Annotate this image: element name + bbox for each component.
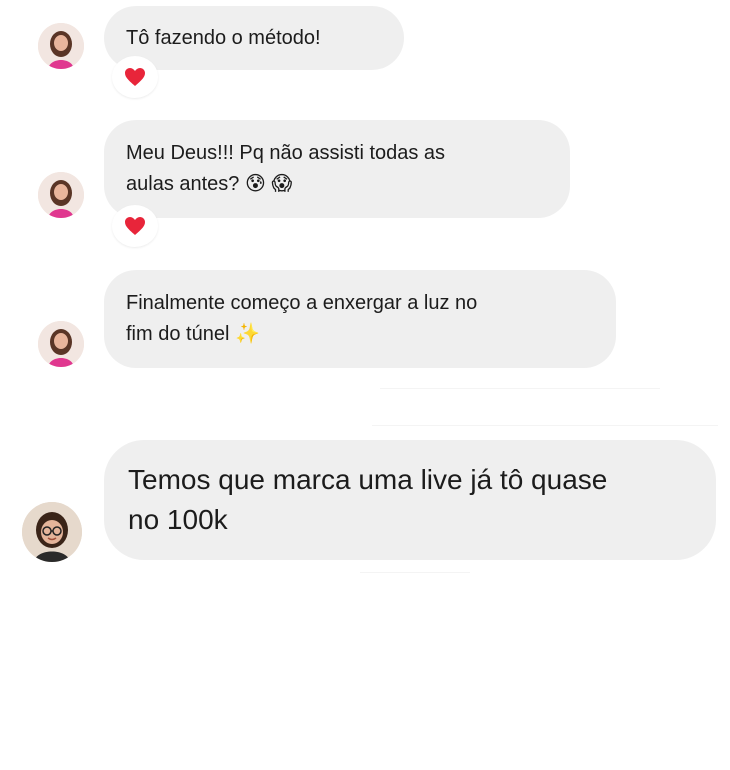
avatar-woman-icon xyxy=(38,23,84,69)
message-bubble[interactable]: Temos que marca uma live já tô quase no … xyxy=(104,440,716,560)
message-text: Meu Deus!!! Pq não assisti todas as aula… xyxy=(126,138,548,199)
reaction-badge[interactable] xyxy=(112,205,158,247)
screaming-face-icon: 😱 xyxy=(271,171,293,195)
sparkles-icon: ✨ xyxy=(234,321,260,345)
avatar-woman-glasses-icon xyxy=(22,502,82,562)
heart-icon xyxy=(125,68,145,86)
avatar[interactable] xyxy=(22,502,82,562)
anxious-face-icon: 😰 xyxy=(244,171,266,195)
reaction-badge[interactable] xyxy=(112,56,158,98)
avatar[interactable] xyxy=(38,23,84,69)
message-text: Temos que marca uma live já tô quase no … xyxy=(128,464,608,535)
message-bubble[interactable]: Finalmente começo a enxergar a luz no fi… xyxy=(104,270,616,368)
message-text: Finalmente começo a enxergar a luz no fi… xyxy=(126,288,594,349)
divider xyxy=(372,425,718,426)
chat-thread: Tô fazendo o método! Meu Deus!!! Pq não … xyxy=(0,0,730,770)
avatar-woman-icon xyxy=(38,321,84,367)
message-text: Tô fazendo o método! xyxy=(126,27,321,49)
avatar[interactable] xyxy=(38,172,84,218)
message-bubble[interactable]: Meu Deus!!! Pq não assisti todas as aula… xyxy=(104,120,570,218)
divider xyxy=(360,572,470,573)
avatar-woman-icon xyxy=(38,172,84,218)
divider xyxy=(380,388,660,389)
avatar[interactable] xyxy=(38,321,84,367)
message-text-body: Finalmente começo a enxergar a luz no fi… xyxy=(126,292,478,345)
heart-icon xyxy=(125,217,145,235)
